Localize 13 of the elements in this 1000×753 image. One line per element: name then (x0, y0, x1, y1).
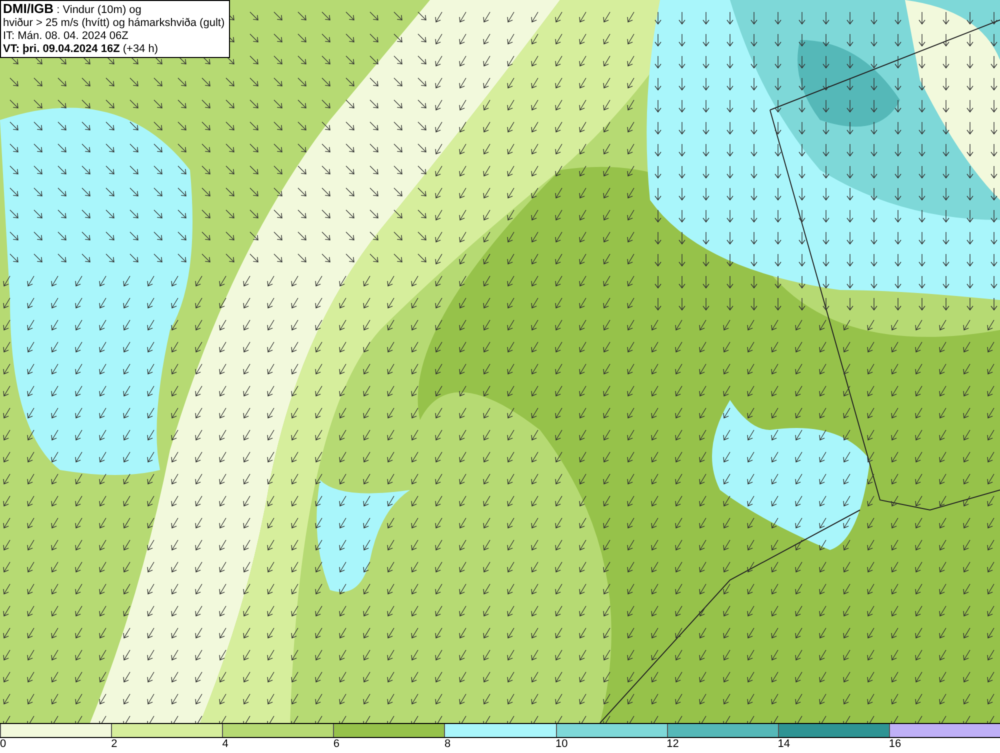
legend-tick-label: 4 (222, 738, 228, 751)
legend-tick-label: 0 (0, 738, 6, 751)
issue-time: IT: Mán. 08. 04. 2024 06Z (3, 30, 130, 43)
legend-tick-label: 6 (333, 738, 340, 751)
valid-time: VT: þri. 09.04.2024 16Z (+34 h) (3, 43, 160, 56)
legend-tick-label: 14 (778, 738, 790, 751)
legend-tick-label: 2 (111, 738, 118, 751)
map-title: DMI/IGB : Vindur (10m) og (3, 2, 142, 17)
legend-tick-label: 16 (888, 738, 902, 751)
legend-tick-label: 10 (556, 738, 568, 751)
map-subtitle: hviður > 25 m/s (hvítt) og hámarkshviða (gult) (3, 17, 226, 30)
legend-tick-label: 12 (666, 738, 679, 751)
legend-tick-label: 8 (444, 738, 451, 751)
